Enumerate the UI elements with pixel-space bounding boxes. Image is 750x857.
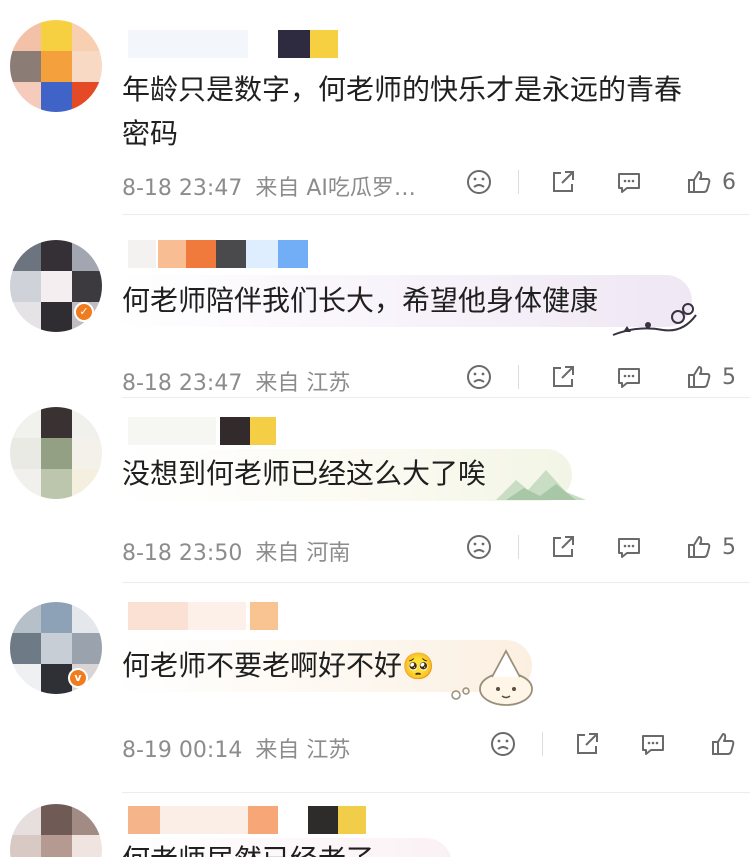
- share-icon: [553, 171, 574, 192]
- dislike-icon: [491, 732, 515, 756]
- comment-text: 没想到何老师已经这么大了唉: [122, 457, 487, 490]
- comment-item-5: 何老师居然已经老了: [0, 792, 750, 857]
- comment-meta: 8-18 23:47 来自 江苏: [122, 365, 356, 397]
- comment-meta: 8-18 23:50 来自 河南: [122, 535, 356, 567]
- like-count: 5: [722, 535, 736, 560]
- action-separator: [518, 365, 519, 389]
- timestamp: 8-18 23:47: [122, 176, 243, 201]
- like-count: 5: [722, 365, 736, 390]
- dislike-button[interactable]: [462, 530, 496, 564]
- share-icon: [577, 733, 598, 754]
- location: 来自 河南: [255, 541, 351, 566]
- avatar[interactable]: [10, 804, 102, 857]
- avatar[interactable]: [10, 407, 102, 499]
- username-blurred[interactable]: [128, 602, 288, 630]
- share-button[interactable]: [546, 360, 580, 394]
- username-blurred[interactable]: [128, 240, 313, 268]
- location: 来自 江苏: [255, 371, 351, 396]
- avatar[interactable]: [10, 20, 102, 112]
- comment-text: 何老师不要老啊好不好🥺: [122, 644, 434, 689]
- dislike-icon: [467, 535, 491, 559]
- username-blurred[interactable]: [128, 30, 348, 58]
- verified-badge-icon: ✓: [74, 302, 94, 322]
- comment-item-3: 没想到何老师已经这么大了唉 8-18 23:50 来自 河南 5: [0, 397, 750, 583]
- timestamp: 8-19 00:14: [122, 738, 243, 763]
- location: 来自 AI吃瓜罗…: [255, 176, 416, 201]
- decorative-cartoon-icon: [451, 649, 533, 706]
- reply-button[interactable]: [612, 530, 646, 564]
- like-button[interactable]: [682, 165, 716, 199]
- reply-icon: [618, 368, 640, 388]
- location: 来自 江苏: [255, 738, 351, 763]
- like-button[interactable]: [706, 727, 740, 761]
- avatar[interactable]: [10, 602, 102, 694]
- comment-text: 年龄只是数字，何老师的快乐才是永远的青春: [122, 73, 683, 106]
- username-blurred[interactable]: [128, 806, 378, 834]
- decorative-landscape-icon: [496, 470, 586, 500]
- like-icon: [712, 733, 735, 755]
- dislike-icon: [467, 365, 491, 389]
- comment-meta: 8-18 23:47 来自 AI吃瓜罗…: [122, 170, 422, 202]
- decorative-flower-icon: [612, 303, 697, 336]
- comment-item-4: v 何老师不要老啊好不好🥺 8-19 00:14 来自 江苏: [0, 582, 750, 793]
- reply-button[interactable]: [636, 727, 670, 761]
- comment-text-body: 何老师不要老啊好不好: [122, 649, 403, 682]
- action-separator: [518, 535, 519, 559]
- reply-icon: [642, 735, 664, 755]
- verified-badge-icon: v: [68, 668, 88, 688]
- like-icon: [688, 366, 711, 388]
- username-blurred[interactable]: [128, 417, 278, 445]
- like-icon: [688, 536, 711, 558]
- reply-button[interactable]: [612, 165, 646, 199]
- dislike-button[interactable]: [462, 165, 496, 199]
- share-button[interactable]: [570, 727, 604, 761]
- comment-text: 何老师陪伴我们长大，希望他身体健康: [122, 284, 599, 317]
- like-icon: [688, 171, 711, 193]
- comment-meta: 8-19 00:14 来自 江苏: [122, 732, 356, 764]
- timestamp: 8-18 23:50: [122, 541, 243, 566]
- timestamp: 8-18 23:47: [122, 371, 243, 396]
- share-icon: [553, 366, 574, 387]
- dislike-button[interactable]: [462, 360, 496, 394]
- like-count: 6: [722, 170, 736, 195]
- action-separator: [518, 170, 519, 194]
- comment-text: 何老师居然已经老了: [122, 838, 374, 857]
- dislike-icon: [467, 170, 491, 194]
- like-button[interactable]: [682, 530, 716, 564]
- comment-text-continued: 密码: [122, 117, 179, 150]
- comment-item-1: 年龄只是数字，何老师的快乐才是永远的青春 密码 8-18 23:47 来自 AI…: [0, 0, 750, 215]
- reply-button[interactable]: [612, 360, 646, 394]
- reply-icon: [618, 173, 640, 193]
- share-button[interactable]: [546, 530, 580, 564]
- comment-item-2: ✓ 何老师陪伴我们长大，希望他身体健康 8-18 23:47 来自 江苏 5: [0, 215, 750, 398]
- share-button[interactable]: [546, 165, 580, 199]
- like-button[interactable]: [682, 360, 716, 394]
- share-icon: [553, 536, 574, 557]
- reply-icon: [618, 538, 640, 558]
- pleading-face-emoji: 🥺: [402, 652, 435, 682]
- dislike-button[interactable]: [486, 727, 520, 761]
- action-separator: [542, 732, 543, 756]
